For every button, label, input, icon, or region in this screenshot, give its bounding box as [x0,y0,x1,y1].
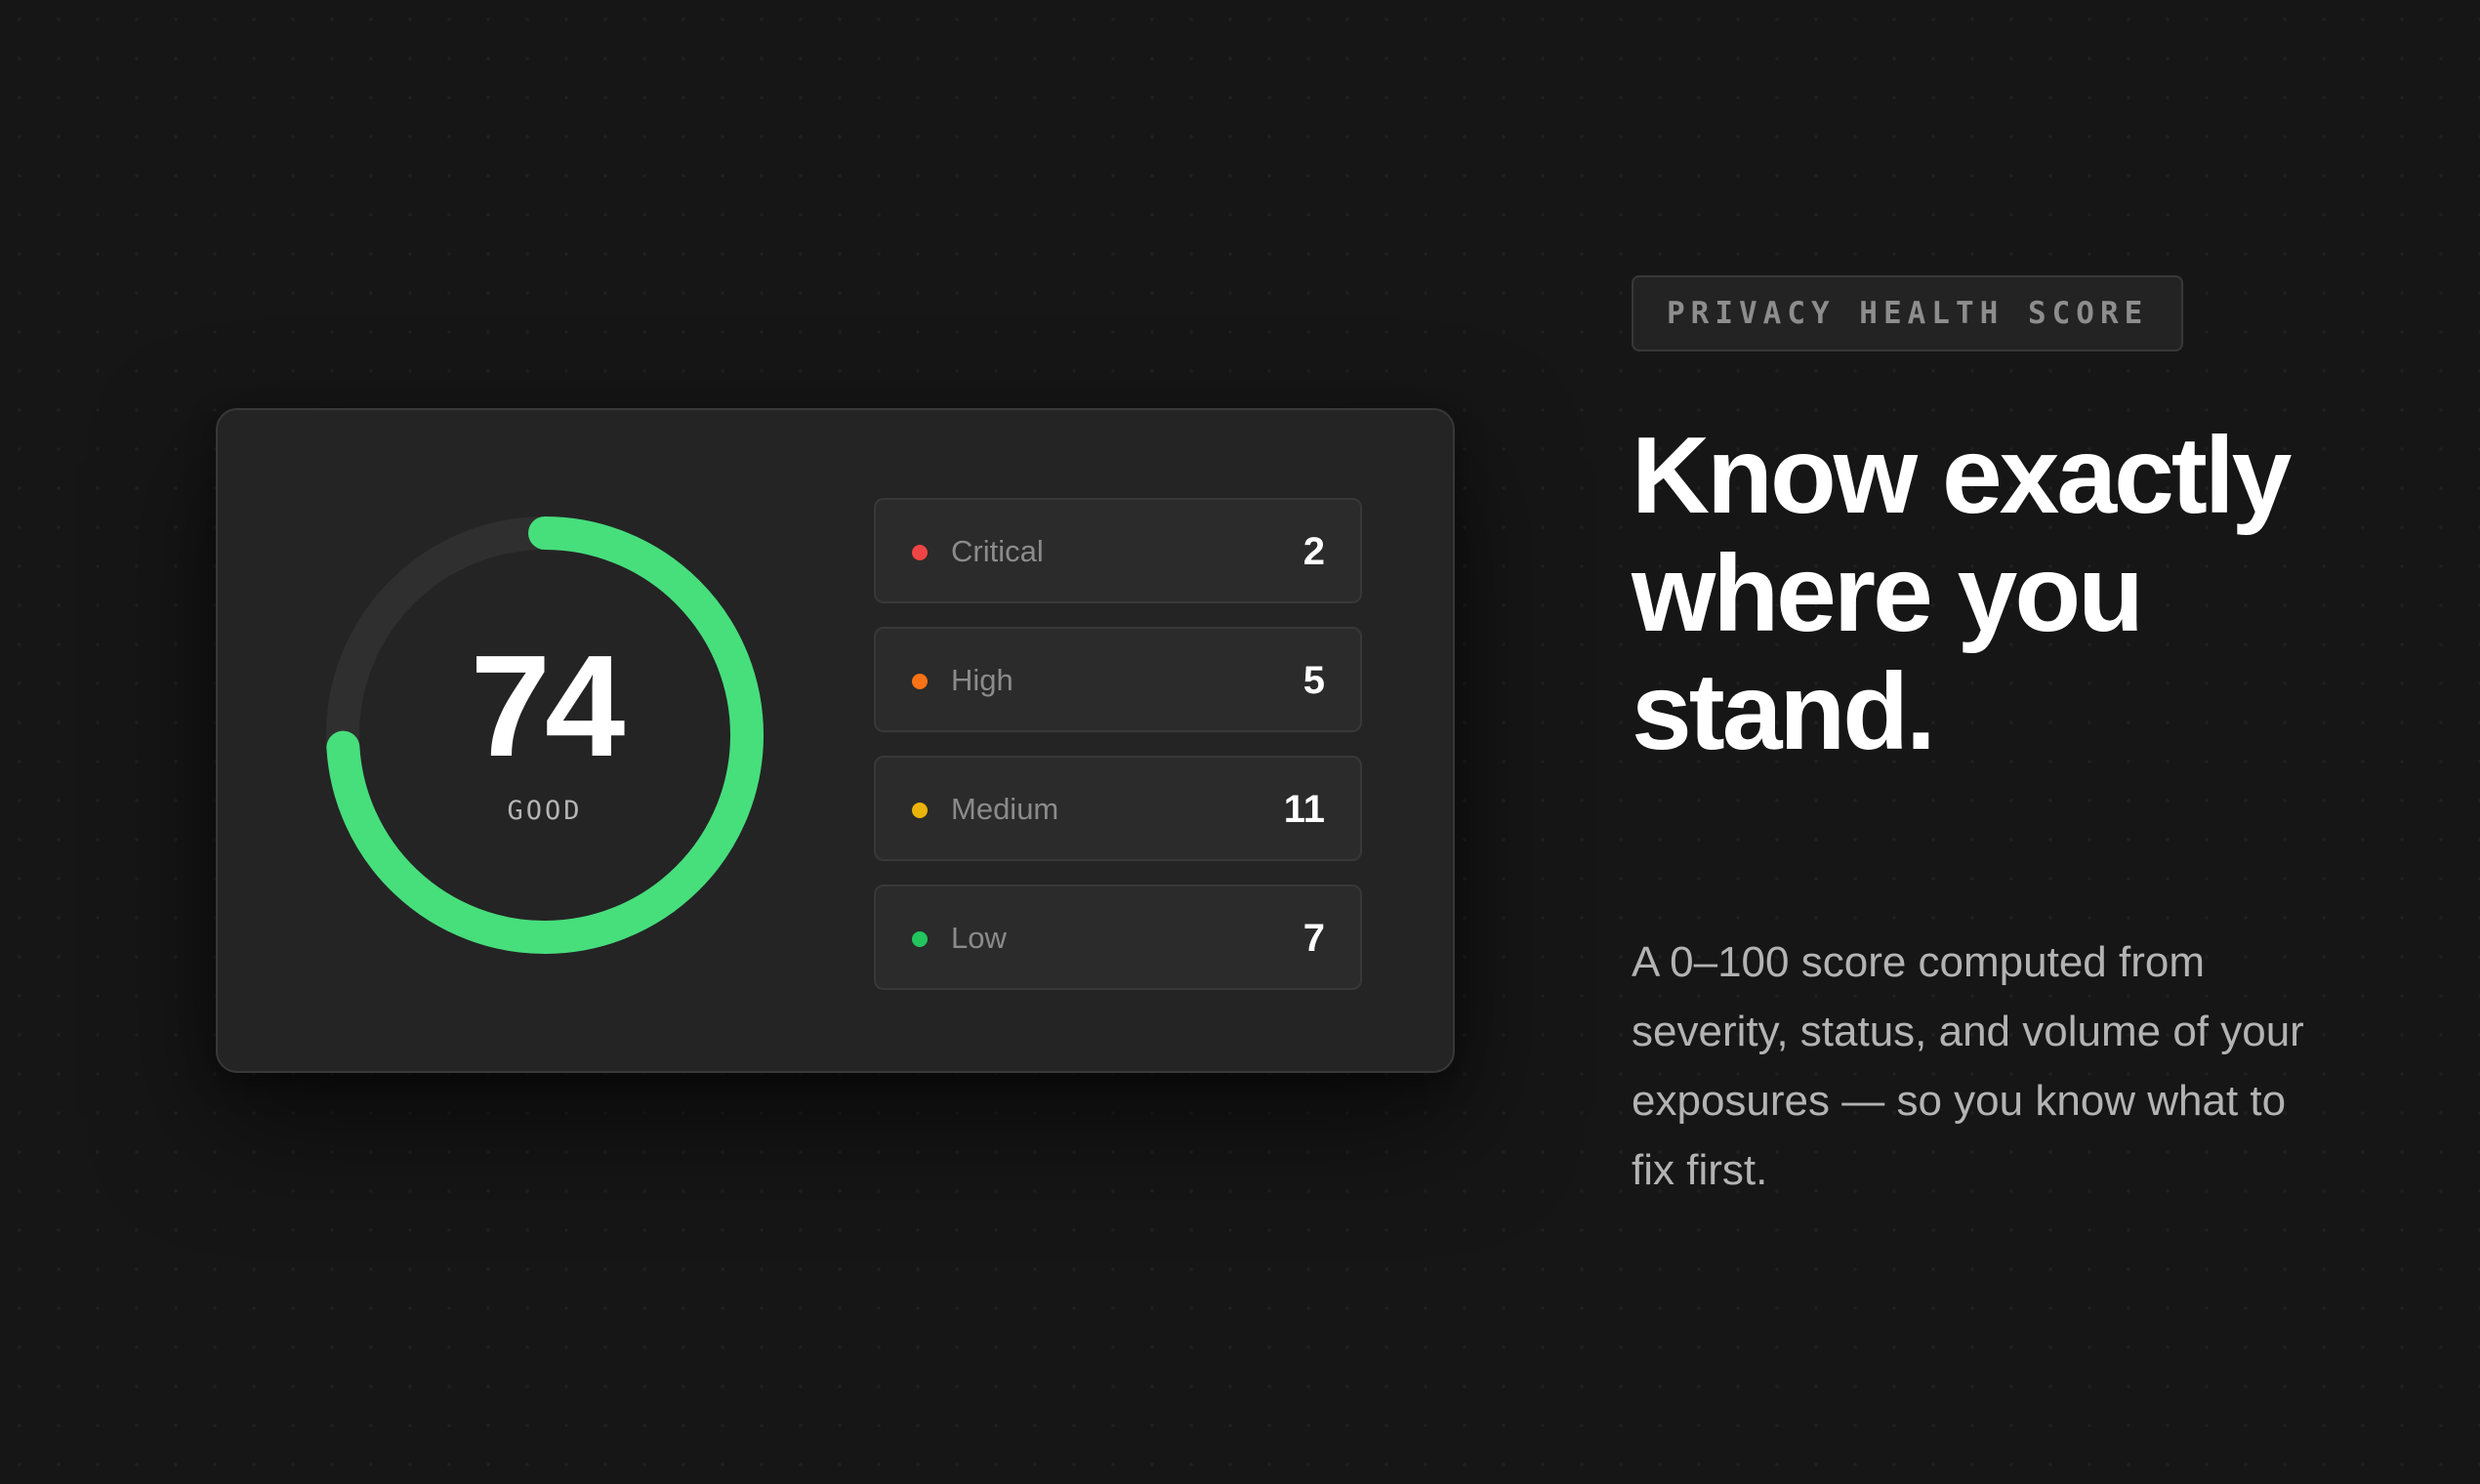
high-dot-icon [912,674,928,689]
score-card: 74 GOOD Critical 2 High 5 Medium 11 Low … [216,408,1455,1073]
severity-label: Medium [951,792,1059,826]
severity-count: 11 [1283,788,1325,831]
severity-count: 5 [1302,659,1325,702]
severity-label: Low [951,921,1007,955]
score-gauge: 74 GOOD [326,516,764,954]
severity-list: Critical 2 High 5 Medium 11 Low 7 [874,498,1362,1013]
description: A 0–100 score computed from severity, st… [1632,938,2304,1194]
critical-dot-icon [912,545,928,560]
severity-row-critical[interactable]: Critical 2 [874,498,1362,603]
gauge-center: 74 GOOD [326,516,764,954]
severity-label: High [951,663,1013,697]
score-value: 74 [470,626,626,787]
section-badge: PRIVACY HEALTH SCORE [1632,275,2184,351]
headline: Know exactly where you stand. [1632,415,2292,772]
low-dot-icon [912,931,928,947]
severity-count: 7 [1302,917,1325,960]
severity-row-low[interactable]: Low 7 [874,885,1362,990]
medium-dot-icon [912,803,928,818]
severity-row-high[interactable]: High 5 [874,627,1362,732]
severity-row-medium[interactable]: Medium 11 [874,756,1362,861]
score-rating-label: GOOD [507,796,583,826]
severity-count: 2 [1302,530,1325,573]
severity-label: Critical [951,534,1044,568]
